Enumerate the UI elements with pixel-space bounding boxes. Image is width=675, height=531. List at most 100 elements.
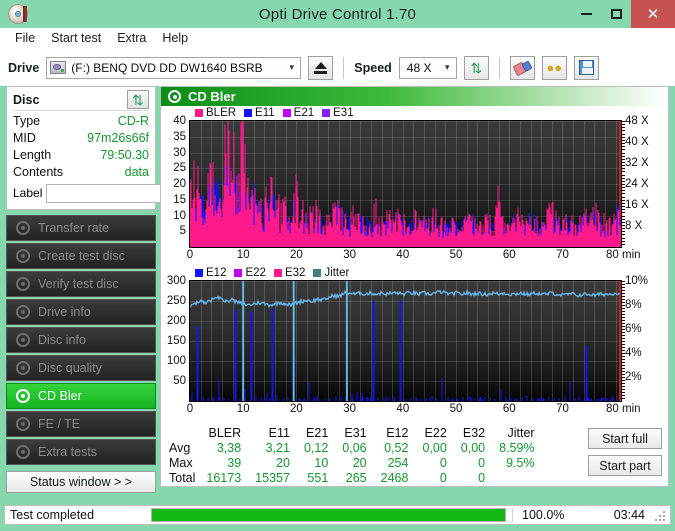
x-axis-tick: 10 <box>236 403 250 415</box>
table-header-row: BLER E11 E21 E31 E12 E22 E32 Jitter <box>165 426 542 441</box>
title-bar: Opti Drive Control 1.70 ✕ <box>0 0 675 28</box>
disc-refresh-button[interactable]: ⇅ <box>127 90 149 109</box>
sidebar-item-transfer-rate[interactable]: Transfer rate <box>6 215 156 241</box>
y-axis-tick: 200 <box>166 315 186 327</box>
status-window-button[interactable]: Status window > > <box>6 471 156 493</box>
save-button[interactable] <box>573 55 599 80</box>
legend-swatch <box>282 109 291 117</box>
axis-tick-mark <box>621 174 625 176</box>
chart-data-layer <box>190 281 621 401</box>
y2-axis-tick: 32 X <box>625 157 649 169</box>
axis-tick-mark <box>621 121 625 122</box>
disc-scan-icon <box>16 389 30 403</box>
axis-tick-mark <box>621 365 625 366</box>
axis-tick-mark <box>621 335 625 336</box>
window-controls: ✕ <box>571 0 675 28</box>
sidebar-item-label: Disc quality <box>38 361 102 375</box>
axis-tick-mark <box>621 152 625 154</box>
axis-tick-mark <box>621 184 625 185</box>
speed-select-value: 48 X <box>406 60 432 75</box>
series-e12 <box>190 301 619 401</box>
start-full-button[interactable]: Start full <box>588 428 662 449</box>
y-axis-tick: 15 <box>173 193 186 206</box>
menu-item-file[interactable]: File <box>9 29 45 48</box>
menu-item-extra[interactable]: Extra <box>111 29 156 48</box>
resize-grip-icon[interactable] <box>655 509 667 521</box>
cell: 551 <box>307 471 329 485</box>
axis-tick-mark <box>621 199 625 201</box>
sidebar-item-fe-te[interactable]: FE / TE <box>6 411 156 437</box>
axis-tick-mark <box>621 165 625 167</box>
x-axis-tick: 0 <box>186 249 194 261</box>
disc-row-mid: MID 97m26s66f <box>13 131 149 145</box>
speed-label: Speed <box>354 60 392 75</box>
sidebar-item-label: CD Bler <box>38 389 82 403</box>
eject-button[interactable] <box>308 55 334 80</box>
jitter-chart[interactable]: 50 100 150 200 250 300 0 10 20 30 40 50 60 70 80 min 2%… <box>167 275 648 415</box>
x-axis-tick: 30 <box>343 249 357 261</box>
axis-tick-mark <box>621 347 625 348</box>
maximize-button[interactable] <box>601 0 631 28</box>
cell <box>492 471 541 486</box>
axis-tick-mark <box>621 228 625 230</box>
sidebar-item-extra-tests[interactable]: Extra tests <box>6 439 156 465</box>
start-part-button[interactable]: Start part <box>588 455 662 476</box>
row-label-total: Total <box>169 471 196 485</box>
axis-tick-mark <box>621 187 625 189</box>
sidebar-item-verify-test-disc[interactable]: Verify test disc <box>6 271 156 297</box>
speed-select[interactable]: 48 X ▾ <box>398 56 457 79</box>
cell: 0 <box>439 471 447 485</box>
axis-tick-mark <box>621 320 625 321</box>
cell: 20 <box>352 456 367 470</box>
legend-label: E12 <box>206 267 227 279</box>
axis-tick-mark <box>621 314 625 315</box>
stats-corner <box>165 426 199 441</box>
x-axis-tick: 70 <box>556 403 569 415</box>
y2-axis-tick: 10% <box>625 275 649 287</box>
y-axis-tick: 5 <box>179 225 186 238</box>
disc-row-value: data <box>124 165 149 179</box>
sidebar-item-drive-info[interactable]: Drive info <box>6 299 156 325</box>
drive-select[interactable]: (F:) BENQ DVD DD DW1640 BSRB ▾ <box>46 56 302 79</box>
axis-tick-mark <box>621 124 625 126</box>
legend-swatch <box>195 269 203 277</box>
axis-tick-mark <box>621 136 625 138</box>
sidebar-item-cd-bler[interactable]: CD Bler <box>6 383 156 409</box>
sidebar-item-disc-info[interactable]: Disc info <box>6 327 156 353</box>
axis-tick-mark <box>621 341 625 342</box>
y-axis-tick: 50 <box>173 375 186 387</box>
bler-chart[interactable]: 5 10 15 20 25 30 35 40 0 10 20 30 40 50 60 70 80 min 8 X1… <box>173 115 648 261</box>
jitter-dropout-marker <box>292 281 295 401</box>
sidebar-item-create-test-disc[interactable]: Create test disc <box>6 243 156 269</box>
disc-scan-icon <box>16 221 30 235</box>
axis-tick-mark <box>621 281 625 282</box>
menu-item-start-test[interactable]: Start test <box>45 29 111 48</box>
axis-tick-mark <box>621 161 625 163</box>
coins-icon: ●● <box>546 60 563 75</box>
disc-label-row: Label <box>13 183 250 203</box>
axis-tick-mark <box>621 308 625 309</box>
axis-tick-mark <box>621 356 625 357</box>
axis-tick-mark <box>621 398 625 399</box>
axis-tick-mark <box>621 302 625 303</box>
erase-disc-button[interactable] <box>509 55 535 80</box>
disc-row-key: Type <box>13 114 41 128</box>
y2-axis-tick: 40 X <box>625 136 649 148</box>
refresh-button[interactable]: ⇅ <box>463 55 489 80</box>
axis-tick-mark <box>621 362 625 363</box>
y-axis-tick: 150 <box>166 335 186 347</box>
x-axis-tick: 40 <box>396 249 410 261</box>
axis-tick-mark <box>621 130 625 132</box>
bitsetting-button[interactable]: ●● <box>541 55 567 80</box>
sidebar-item-disc-quality[interactable]: Disc quality <box>6 355 156 381</box>
close-icon[interactable]: ✕ <box>631 0 675 28</box>
minimize-button[interactable] <box>571 0 601 28</box>
axis-tick-mark <box>621 127 625 129</box>
cell: 265 <box>345 471 367 485</box>
axis-tick-mark <box>621 234 625 236</box>
legend-item-e11: E11 <box>244 107 275 119</box>
menu-item-help[interactable]: Help <box>156 29 198 48</box>
cell: 15357 <box>255 471 290 485</box>
disc-scan-icon <box>16 305 30 319</box>
x-axis-tick: 0 <box>186 403 194 415</box>
